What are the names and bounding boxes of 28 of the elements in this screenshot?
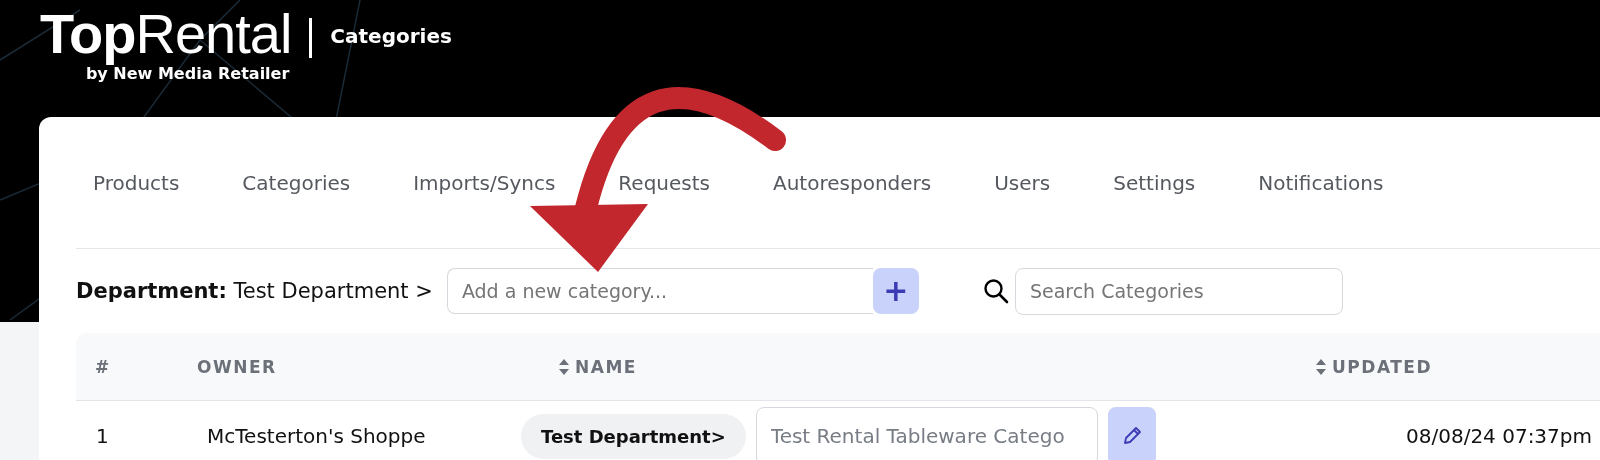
category-name-field[interactable]: Test Rental Tableware Catego — [755, 407, 1098, 460]
sort-icon[interactable] — [1316, 358, 1326, 375]
column-header[interactable]: UPDATED — [1332, 356, 1433, 377]
nav-tab[interactable]: Products — [87, 166, 186, 199]
add-button[interactable]: + — [872, 268, 919, 314]
column-header: # — [95, 356, 111, 377]
logo-tagline: by New Media Retailer — [85, 64, 290, 83]
updated-cell-text: 08/08/24 07:37pm — [1405, 424, 1593, 448]
sort-icon[interactable] — [559, 358, 569, 375]
department-chip: Test Department> — [521, 413, 746, 459]
new-category-field[interactable]: Add a new category... — [446, 268, 873, 314]
owner-cell-text: McTesterton's Shoppe — [206, 424, 427, 448]
column-header: OWNER — [197, 356, 277, 377]
column-header[interactable]: NAME — [575, 356, 637, 377]
nav-tab[interactable]: Notifications — [1252, 166, 1390, 199]
row-number: 1 — [95, 424, 110, 448]
search-icon — [982, 278, 1009, 304]
search-field[interactable]: Search Categories — [1014, 267, 1343, 315]
nav-tab[interactable]: Imports/Syncs — [407, 166, 562, 199]
nav-tab[interactable]: Categories — [236, 166, 357, 199]
nav-tab[interactable]: Settings — [1107, 166, 1202, 199]
page-title: Categories — [330, 24, 452, 48]
nav-tab[interactable]: Users — [988, 166, 1057, 199]
logo: TopRental — [40, 4, 292, 64]
nav-tab[interactable]: Autoresponders — [767, 166, 938, 199]
department-breadcrumb: Department: Test Department > — [76, 279, 433, 303]
nav-tab[interactable]: Requests — [612, 166, 716, 199]
edit-button[interactable] — [1107, 407, 1156, 460]
